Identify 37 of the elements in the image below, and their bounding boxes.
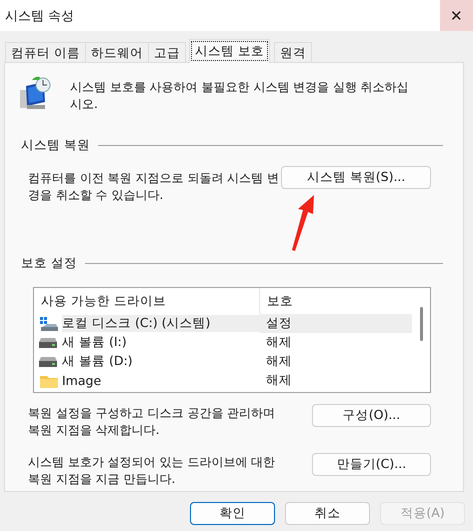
drive-icon — [39, 356, 57, 366]
protection-status: 해제 — [265, 353, 292, 370]
drive-name: Image — [62, 373, 102, 388]
protection-status: 해제 — [265, 372, 292, 389]
tab[interactable]: 시스템 보호 — [188, 39, 270, 63]
description-text: 컴퓨터를 이전 복원 지점으로 되돌려 시스템 변경을 취소할 수 있습니다. — [28, 170, 280, 204]
section-heading: 보호 설정 — [21, 255, 77, 272]
create-button[interactable]: 만들기(C)... — [312, 453, 431, 476]
drive-name: 새 볼륨 (I:) — [62, 334, 127, 351]
tab[interactable]: 고급 — [148, 42, 186, 62]
dialog-button[interactable]: 확인 — [190, 502, 275, 525]
section-heading: 시스템 복원 — [21, 137, 90, 154]
protection-status: 설정 — [260, 314, 412, 333]
description-text: 복원 설정을 구성하고 디스크 공간을 관리하며 복원 지점을 삭제합니다. — [28, 405, 276, 439]
protection-status: 해제 — [265, 334, 292, 351]
description-text: 시스템 보호가 설정되어 있는 드라이브에 대한 복원 지점을 지금 만듭니다. — [28, 454, 276, 488]
list-row[interactable]: 로컬 디스크 (C:) (시스템) 설정 — [34, 314, 412, 333]
configure-button[interactable]: 구성(O)... — [312, 404, 431, 427]
tab[interactable]: 컴퓨터 이름 — [5, 42, 86, 62]
column-header[interactable]: 사용 가능한 드라이브 — [34, 288, 260, 314]
column-header[interactable]: 보호 — [260, 288, 293, 314]
computer-icon — [18, 76, 52, 110]
drive-icon — [39, 338, 57, 348]
system-restore-button[interactable]: 시스템 복원(S)... — [281, 166, 431, 189]
tab[interactable]: 원격 — [274, 42, 312, 62]
window-title: 시스템 속성 — [4, 8, 74, 24]
close-button[interactable]: ✕ — [440, 0, 473, 31]
drive-name: 새 볼륨 (D:) — [62, 353, 133, 370]
tab[interactable]: 하드웨어 — [84, 42, 149, 62]
description-text: 시스템 보호를 사용하여 불필요한 시스템 변경을 실행 취소하십시오. — [70, 79, 410, 113]
list-row[interactable]: 새 볼륨 (I:) 해제 — [34, 333, 412, 352]
system-drive-icon — [39, 316, 59, 332]
list-row[interactable]: Image 해제 — [34, 371, 412, 390]
list-row[interactable]: 새 볼륨 (D:) 해제 — [34, 352, 412, 371]
dialog-button[interactable]: 취소 — [285, 502, 370, 525]
scrollbar-thumb[interactable] — [420, 307, 422, 341]
drive-name: 로컬 디스크 (C:) (시스템) — [62, 315, 260, 332]
